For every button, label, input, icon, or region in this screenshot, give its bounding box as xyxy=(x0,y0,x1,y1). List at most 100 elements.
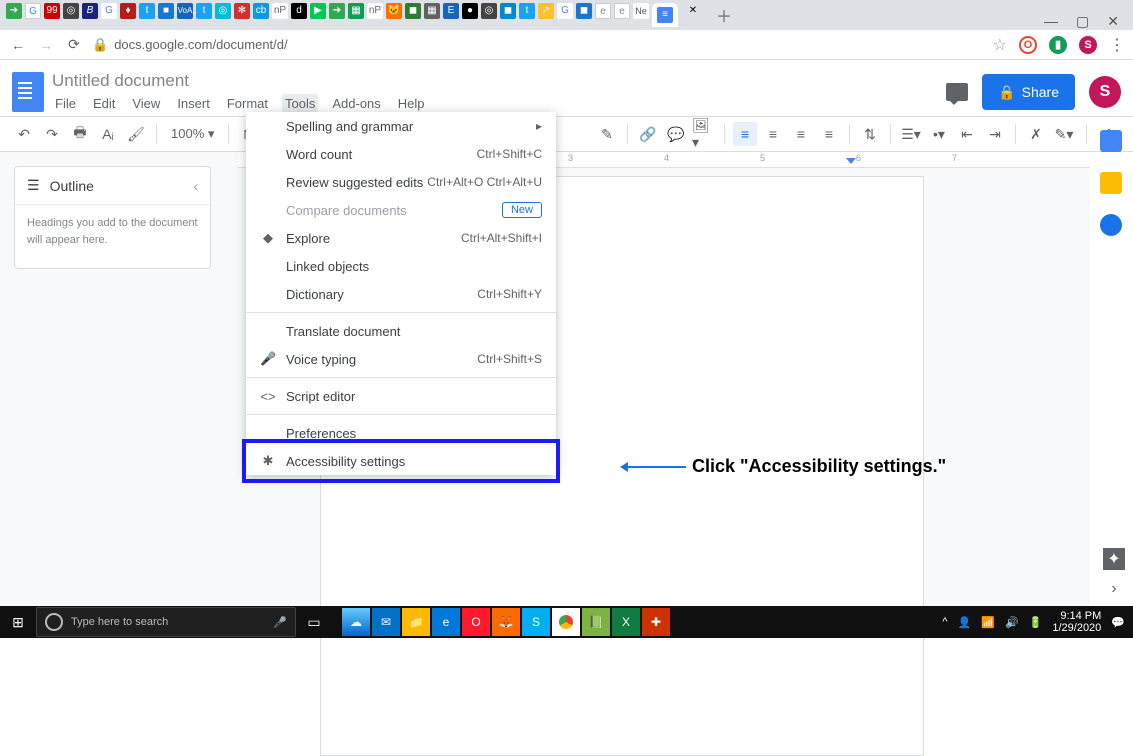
taskbar-app[interactable]: ✉ xyxy=(372,608,400,636)
redo-button[interactable]: ↷ xyxy=(40,122,64,146)
favicon[interactable]: ■ xyxy=(158,3,174,19)
favicon[interactable]: VoA xyxy=(177,3,193,19)
forward-button[interactable]: → xyxy=(36,35,56,55)
menu-file[interactable]: File xyxy=(52,94,79,113)
favicon[interactable]: 99 xyxy=(44,3,60,19)
taskbar-app[interactable]: S xyxy=(522,608,550,636)
chrome-menu-icon[interactable]: ⋮ xyxy=(1109,35,1125,55)
tasks-icon[interactable] xyxy=(1100,214,1122,236)
mic-icon[interactable]: 🎤 xyxy=(273,616,287,629)
menu-compare-documents[interactable]: Compare documentsNew xyxy=(246,196,556,224)
close-button[interactable]: ✕ xyxy=(1107,13,1119,30)
reload-button[interactable]: ⟳ xyxy=(64,35,84,55)
favicon[interactable]: ▦ xyxy=(424,3,440,19)
collapse-outline-button[interactable]: ‹ xyxy=(193,178,198,194)
start-button[interactable]: ⊞ xyxy=(0,606,36,638)
checklist-button[interactable]: ☰▾ xyxy=(899,122,923,146)
tab-inactive[interactable]: Ne xyxy=(633,3,649,19)
taskbar-app[interactable]: O xyxy=(462,608,490,636)
taskbar-app[interactable]: ✚ xyxy=(642,608,670,636)
wifi-icon[interactable]: 📶 xyxy=(981,616,995,629)
comments-icon[interactable] xyxy=(946,83,968,101)
align-left-button[interactable]: ≡ xyxy=(733,122,757,146)
align-center-button[interactable]: ≡ xyxy=(761,122,785,146)
favicon[interactable]: ◎ xyxy=(63,3,79,19)
notifications-icon[interactable]: 💬 xyxy=(1111,616,1125,629)
profile-avatar[interactable]: S xyxy=(1079,36,1097,54)
favicon[interactable]: ➔ xyxy=(329,3,345,19)
favicon[interactable]: ✻ xyxy=(234,3,250,19)
paint-format-button[interactable]: 🖌 xyxy=(124,122,148,146)
task-view-button[interactable]: ▭ xyxy=(296,606,332,638)
print-button[interactable]: 🖶 xyxy=(68,122,92,146)
favicon[interactable]: 🐱 xyxy=(386,3,402,19)
menu-spelling-grammar[interactable]: Spelling and grammar▸ xyxy=(246,112,556,140)
favicon[interactable]: e xyxy=(595,3,611,19)
favicon[interactable]: nP xyxy=(367,3,383,19)
bookmark-icon[interactable]: ☆ xyxy=(993,35,1007,55)
taskbar-app[interactable]: ☁ xyxy=(342,608,370,636)
favicon[interactable]: ◼ xyxy=(576,3,592,19)
align-justify-button[interactable]: ≡ xyxy=(817,122,841,146)
favicon[interactable]: B xyxy=(82,3,98,19)
taskbar-app[interactable]: X xyxy=(612,608,640,636)
favicon[interactable]: d xyxy=(291,3,307,19)
taskbar-app[interactable]: e xyxy=(432,608,460,636)
calendar-icon[interactable] xyxy=(1100,130,1122,152)
close-tab-icon[interactable]: ✕ xyxy=(685,3,701,19)
link-button[interactable]: 🔗 xyxy=(636,122,660,146)
favicon[interactable]: ▶ xyxy=(310,3,326,19)
menu-word-count[interactable]: Word countCtrl+Shift+C xyxy=(246,140,556,168)
share-button[interactable]: 🔒 Share xyxy=(982,74,1075,110)
increase-indent-button[interactable]: ⇥ xyxy=(983,122,1007,146)
volume-icon[interactable]: 🔊 xyxy=(1005,616,1019,629)
favicon[interactable]: t xyxy=(139,3,155,19)
taskbar-search[interactable]: Type here to search 🎤 xyxy=(36,607,296,637)
favicon[interactable]: E xyxy=(443,3,459,19)
menu-tools[interactable]: Tools xyxy=(282,94,318,113)
favicon[interactable]: G xyxy=(101,3,117,19)
explore-fab-icon[interactable]: ✦ xyxy=(1103,548,1125,570)
menu-voice-typing[interactable]: 🎤 Voice typingCtrl+Shift+S xyxy=(246,345,556,373)
menu-edit[interactable]: Edit xyxy=(90,94,118,113)
bulleted-list-button[interactable]: •▾ xyxy=(927,122,951,146)
align-right-button[interactable]: ≡ xyxy=(789,122,813,146)
favicon[interactable]: ◼ xyxy=(500,3,516,19)
menu-format[interactable]: Format xyxy=(224,94,271,113)
menu-script-editor[interactable]: <> Script editor xyxy=(246,382,556,410)
favicon[interactable]: ↗ xyxy=(538,3,554,19)
taskbar-app[interactable]: 📗 xyxy=(582,608,610,636)
menu-accessibility-settings[interactable]: ✱ Accessibility settings xyxy=(246,447,556,475)
new-tab-button[interactable]: ＋ xyxy=(714,3,734,27)
back-button[interactable]: ← xyxy=(8,35,28,55)
document-title[interactable]: Untitled document xyxy=(52,71,428,91)
clear-formatting-button[interactable]: ✗ xyxy=(1024,122,1048,146)
tray-chevron-icon[interactable]: ^ xyxy=(942,616,947,628)
favicon[interactable]: ● xyxy=(462,3,478,19)
account-avatar[interactable]: S xyxy=(1089,76,1121,108)
extension-icon[interactable]: O xyxy=(1019,36,1037,54)
favicon[interactable]: G xyxy=(25,3,41,19)
line-spacing-button[interactable]: ⇅ xyxy=(858,122,882,146)
menu-addons[interactable]: Add-ons xyxy=(329,94,383,113)
active-tab[interactable]: ≡ xyxy=(652,3,678,27)
taskbar-app[interactable]: 🦊 xyxy=(492,608,520,636)
taskbar-app[interactable]: 📁 xyxy=(402,608,430,636)
favicon[interactable]: t xyxy=(196,3,212,19)
menu-dictionary[interactable]: DictionaryCtrl+Shift+Y xyxy=(246,280,556,308)
menu-insert[interactable]: Insert xyxy=(174,94,213,113)
image-button[interactable]: 🖼▾ xyxy=(692,122,716,146)
battery-icon[interactable]: 🔋 xyxy=(1029,616,1043,629)
editing-mode-button[interactable]: ✎▾ xyxy=(1052,122,1076,146)
tab-marker-icon[interactable] xyxy=(846,158,856,164)
menu-translate-document[interactable]: Translate document xyxy=(246,317,556,345)
favicon[interactable]: cb xyxy=(253,3,269,19)
menu-explore[interactable]: ◆ ExploreCtrl+Alt+Shift+I xyxy=(246,224,556,252)
taskbar-app-chrome-active[interactable] xyxy=(552,608,580,636)
undo-button[interactable]: ↶ xyxy=(12,122,36,146)
hide-sidepanel-button[interactable]: › xyxy=(1111,580,1116,598)
zoom-select[interactable]: 100% ▾ xyxy=(165,126,220,142)
extension-icon[interactable]: ▮ xyxy=(1049,36,1067,54)
menu-preferences[interactable]: Preferences xyxy=(246,419,556,447)
url-field[interactable]: 🔒 docs.google.com/document/d/ xyxy=(92,37,985,53)
